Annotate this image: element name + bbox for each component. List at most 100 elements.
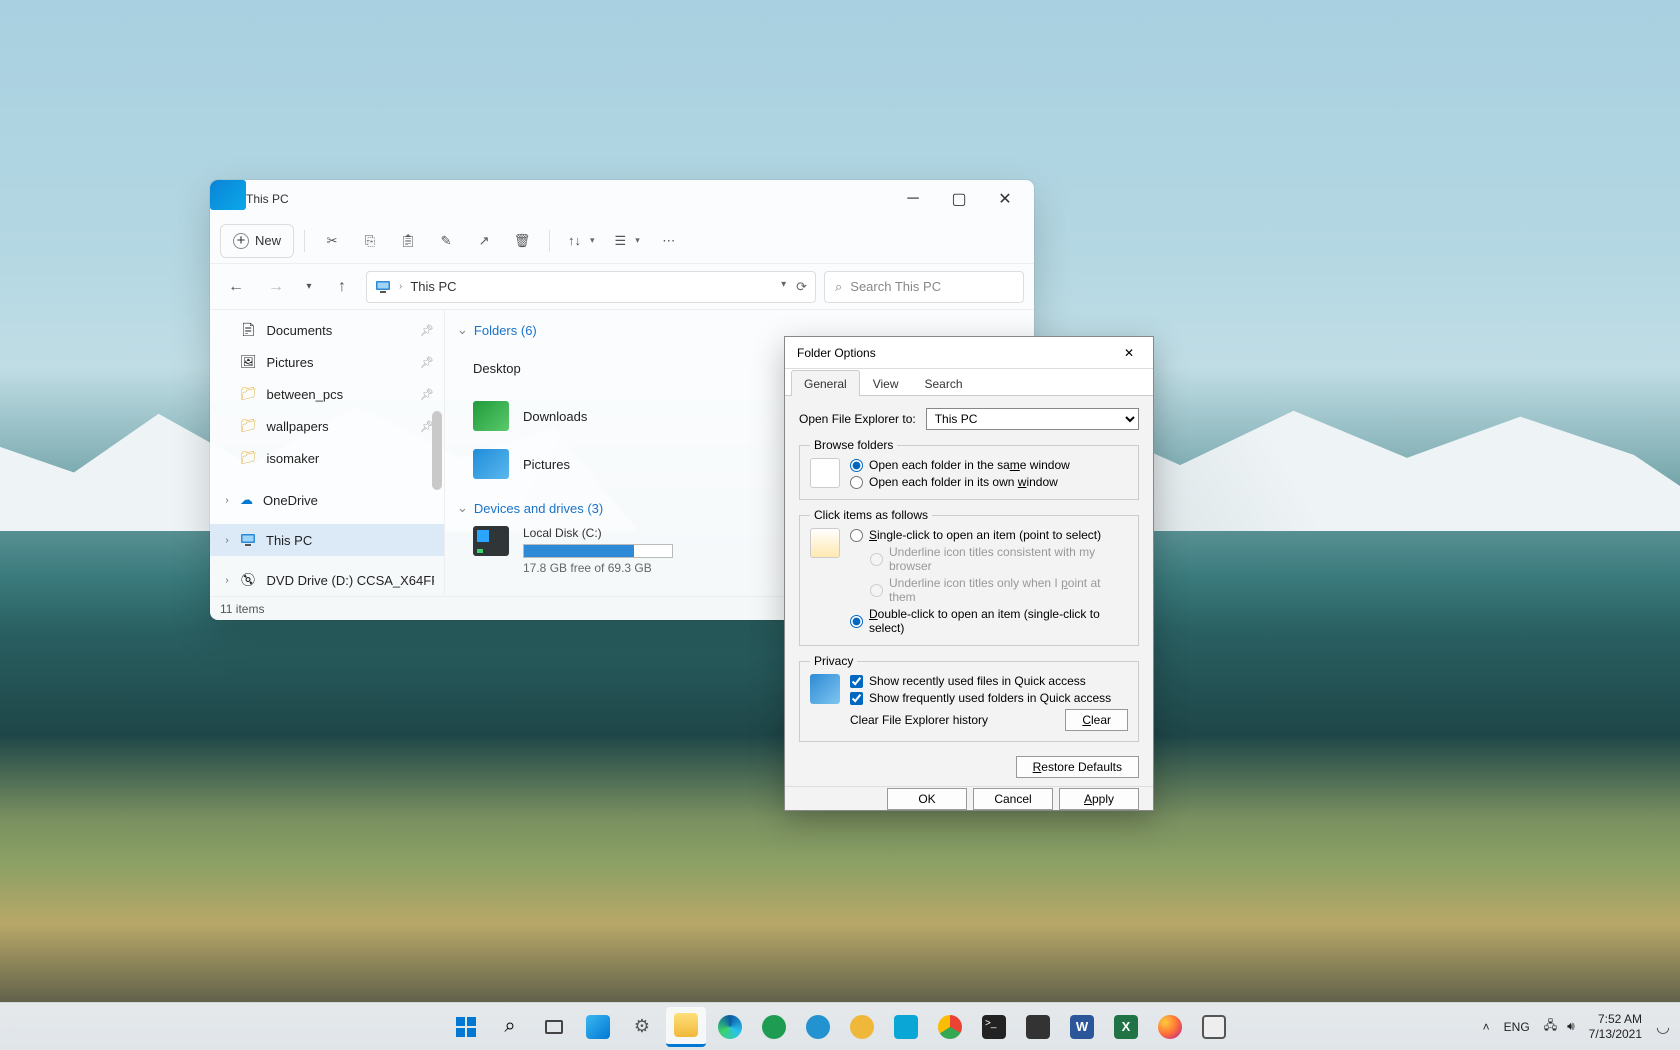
titlebar[interactable]: This PC ─ ▢ ✕ — [210, 180, 1034, 218]
clear-button[interactable]: Clear — [1065, 709, 1128, 731]
close-button[interactable]: ✕ — [982, 180, 1028, 218]
checkbox-frequent-folders[interactable]: Show frequently used folders in Quick ac… — [850, 691, 1128, 705]
taskbar-app[interactable] — [1194, 1007, 1234, 1047]
taskbar-app[interactable] — [1018, 1007, 1058, 1047]
radio-input[interactable] — [850, 529, 863, 542]
sidebar-item-dvd[interactable]: › 💿︎ DVD Drive (D:) CCSA_X64FRE_EN-U — [210, 564, 444, 596]
start-button[interactable] — [446, 1007, 486, 1047]
paste-button[interactable]: 📋︎ — [391, 224, 425, 258]
dialog-close-button[interactable]: ✕ — [1113, 337, 1145, 369]
folder-label: Desktop — [473, 361, 521, 376]
pictures-folder-icon — [473, 449, 509, 479]
recent-locations-button[interactable]: ▾ — [300, 271, 318, 303]
address-bar[interactable]: › This PC ▾ ⟳ — [366, 271, 816, 303]
cut-button[interactable]: ✂ — [315, 224, 349, 258]
app-icon — [762, 1015, 786, 1039]
document-icon: 📄︎ — [240, 322, 257, 338]
apply-button[interactable]: Apply — [1059, 788, 1139, 810]
browse-folders-icon — [810, 458, 840, 488]
group-legend: Browse folders — [810, 438, 897, 452]
sort-button[interactable]: ↑↓▾ — [560, 224, 603, 258]
sidebar-item-folder[interactable]: 📁︎ wallpapers 📌︎ — [210, 410, 444, 442]
taskbar-center: ⌕ ⚙ >_ W X — [446, 1007, 1234, 1047]
sidebar-item-documents[interactable]: 📄︎ Documents 📌︎ — [210, 314, 444, 346]
rename-button[interactable]: ✎ — [429, 224, 463, 258]
sidebar-item-this-pc[interactable]: › This PC — [210, 524, 444, 556]
expander-icon[interactable]: › — [220, 495, 234, 506]
delete-button[interactable]: 🗑︎ — [505, 224, 539, 258]
word-button[interactable]: W — [1062, 1007, 1102, 1047]
radio-same-window[interactable]: Open each folder in the same window — [850, 458, 1128, 472]
restore-defaults-button[interactable]: Restore Defaults — [1016, 756, 1139, 778]
checkbox-input[interactable] — [850, 692, 863, 705]
expander-icon[interactable]: › — [220, 575, 234, 586]
checkbox-input[interactable] — [850, 675, 863, 688]
tab-search[interactable]: Search — [912, 370, 976, 396]
sidebar-item-folder[interactable]: 📁︎ between_pcs 📌︎ — [210, 378, 444, 410]
privacy-group: Privacy Show recently used files in Quic… — [799, 654, 1139, 742]
chrome-icon — [938, 1015, 962, 1039]
word-icon: W — [1070, 1015, 1094, 1039]
forward-button[interactable]: → — [260, 271, 292, 303]
radio-input[interactable] — [850, 615, 863, 628]
maximize-button[interactable]: ▢ — [936, 180, 982, 218]
network-icon[interactable]: 🖧︎ — [1544, 1016, 1557, 1037]
more-icon: ⋯ — [662, 233, 675, 249]
radio-double-click[interactable]: Double-click to open an item (single-cli… — [850, 607, 1128, 635]
breadcrumb-location[interactable]: This PC — [410, 279, 456, 294]
chrome-button[interactable] — [930, 1007, 970, 1047]
drive-capacity-bar — [523, 544, 673, 558]
excel-button[interactable]: X — [1106, 1007, 1146, 1047]
terminal-button[interactable]: >_ — [974, 1007, 1014, 1047]
firefox-button[interactable] — [1150, 1007, 1190, 1047]
radio-single-click[interactable]: Single-click to open an item (point to s… — [850, 528, 1128, 542]
nav-row: ← → ▾ ↑ › This PC ▾ ⟳ ⌕ Search This PC — [210, 264, 1034, 310]
sidebar-item-onedrive[interactable]: › ☁ OneDrive — [210, 484, 444, 516]
sidebar-scrollbar[interactable] — [432, 312, 442, 594]
back-button[interactable]: ← — [220, 271, 252, 303]
volume-icon[interactable]: 🔊︎ — [1567, 1019, 1575, 1034]
ok-button[interactable]: OK — [887, 788, 967, 810]
breadcrumb-separator[interactable]: › — [399, 281, 402, 292]
tab-general[interactable]: General — [791, 370, 860, 396]
share-button[interactable]: ↗ — [467, 224, 501, 258]
clock[interactable]: 7:52 AM 7/13/2021 — [1589, 1012, 1642, 1041]
open-to-select[interactable]: This PC — [926, 408, 1139, 430]
radio-own-window[interactable]: Open each folder in its own window — [850, 475, 1128, 489]
task-view-button[interactable] — [534, 1007, 574, 1047]
file-explorer-button[interactable] — [666, 1007, 706, 1047]
tray-overflow-button[interactable]: ˄ — [1483, 1020, 1490, 1034]
settings-button[interactable]: ⚙ — [622, 1007, 662, 1047]
taskbar-app[interactable] — [886, 1007, 926, 1047]
sidebar-item-folder[interactable]: 📁︎ isomaker — [210, 442, 444, 474]
checkbox-recent-files[interactable]: Show recently used files in Quick access — [850, 674, 1128, 688]
new-button[interactable]: + New — [220, 224, 294, 258]
more-button[interactable]: ⋯ — [652, 224, 686, 258]
cancel-button[interactable]: Cancel — [973, 788, 1053, 810]
taskbar-app[interactable] — [798, 1007, 838, 1047]
sidebar-item-pictures[interactable]: 🖼︎ Pictures 📌︎ — [210, 346, 444, 378]
widgets-button[interactable] — [578, 1007, 618, 1047]
dialog-titlebar[interactable]: Folder Options ✕ — [785, 337, 1153, 369]
address-dropdown[interactable]: ▾ — [781, 279, 786, 295]
taskbar-app[interactable] — [754, 1007, 794, 1047]
radio-input[interactable] — [850, 459, 863, 472]
task-view-icon — [545, 1020, 563, 1034]
clock-date: 7/13/2021 — [1589, 1027, 1642, 1041]
copy-button[interactable]: ⎘ — [353, 224, 387, 258]
minimize-button[interactable]: ─ — [890, 180, 936, 218]
tab-view[interactable]: View — [860, 370, 912, 396]
edge-button[interactable] — [710, 1007, 750, 1047]
language-indicator[interactable]: ENG — [1504, 1020, 1530, 1034]
refresh-button[interactable]: ⟳ — [796, 279, 807, 295]
taskbar-app[interactable] — [842, 1007, 882, 1047]
browse-folders-group: Browse folders Open each folder in the s… — [799, 438, 1139, 500]
folder-label: Pictures — [523, 457, 570, 472]
search-input[interactable]: ⌕ Search This PC — [824, 271, 1024, 303]
view-button[interactable]: ☰▾ — [607, 224, 648, 258]
notifications-button[interactable]: ◡ — [1656, 1017, 1670, 1037]
radio-input[interactable] — [850, 476, 863, 489]
expander-icon[interactable]: › — [220, 535, 234, 546]
search-button[interactable]: ⌕ — [490, 1007, 530, 1047]
up-button[interactable]: ↑ — [326, 271, 358, 303]
